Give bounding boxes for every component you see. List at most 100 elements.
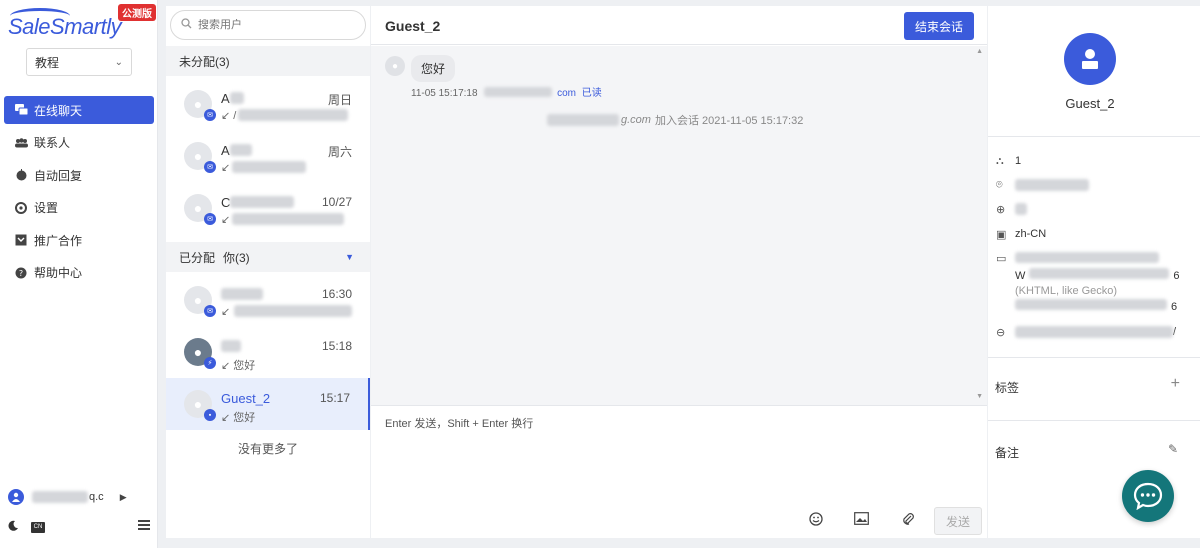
sidebar-item-promotion[interactable]: 推广合作: [4, 226, 154, 254]
chevron-down-icon: ⌄: [114, 56, 123, 68]
svg-text:?: ?: [19, 269, 23, 278]
user-agent-line: (KHTML, like Gecko): [1015, 284, 1185, 299]
visitor-name: Guest_2: [1065, 96, 1115, 111]
sidebar-item-label: 在线聊天: [34, 103, 83, 118]
scroll-down-icon[interactable]: ▼: [976, 393, 983, 400]
conversation-item[interactable]: ● ▪ Guest_2 15:17 ↙ 您好: [166, 378, 370, 430]
message-meta: 11-05 15:17:18 com 已读: [411, 84, 602, 99]
divider: [988, 420, 1200, 421]
sidebar-item-settings[interactable]: 设置: [4, 194, 154, 222]
conversation-preview: ↙: [221, 306, 231, 318]
visits-icon: ⛬: [996, 155, 1004, 167]
conversation-name: A: [221, 91, 230, 106]
user-agent-line: W6: [1015, 268, 1185, 284]
workspace-select[interactable]: 教程 ⌄: [26, 48, 132, 76]
conversation-time: 15:18: [321, 339, 352, 353]
email-channel-icon: ✉: [204, 305, 216, 317]
conversation-time: 16:30: [321, 287, 352, 301]
location-pin-icon: ⌾: [996, 179, 1003, 191]
conversation-preview: ↙ 您好: [221, 412, 256, 424]
sidebar-nav: 在线聊天 联系人 自动回复 设置 推广合作 ? 帮助中心: [4, 96, 154, 291]
section-unassigned[interactable]: 未分配(3): [166, 46, 370, 76]
attachment-icon[interactable]: [901, 512, 915, 529]
assigned-filter: 你(3): [223, 250, 250, 265]
redacted-name: [221, 340, 241, 352]
visitor-avatar: [1064, 33, 1116, 85]
search-icon: [181, 18, 192, 32]
visits-row: ⛬ 1: [996, 155, 1021, 168]
support-chat-button[interactable]: [1122, 470, 1174, 522]
section-assigned-label: 已分配: [179, 250, 216, 265]
redacted-preview: [234, 305, 352, 317]
emoji-icon[interactable]: [809, 512, 823, 529]
collapse-menu-icon[interactable]: [138, 520, 150, 532]
conversation-item[interactable]: ● ✉ A 周日 ↙ /: [166, 78, 370, 130]
conversation-item[interactable]: ● ✉ A 周六 ↙: [166, 130, 370, 182]
ua-text: W: [1015, 270, 1026, 282]
conversation-time: 15:17: [319, 391, 350, 405]
workspace-select-value: 教程: [35, 55, 60, 70]
conversation-time: 周六: [327, 145, 352, 159]
redacted-preview: [232, 161, 306, 173]
composer: 发送: [371, 407, 987, 538]
conversation-item[interactable]: ● ⚡ 15:18 ↙ 您好: [166, 326, 370, 378]
scroll-up-icon[interactable]: ▲: [976, 48, 983, 55]
redacted-preview: [238, 109, 348, 121]
redacted-url: [1015, 326, 1173, 338]
message-area[interactable]: ● 您好 11-05 15:17:18 com 已读 g.com 加入会话 20…: [371, 46, 987, 406]
redacted-ua: [1015, 299, 1167, 310]
person-icon: ●: [193, 96, 203, 112]
sidebar-item-label: 设置: [34, 201, 59, 215]
monitor-icon: ▭: [996, 253, 1007, 265]
caret-right-icon[interactable]: ▶: [120, 492, 127, 503]
divider: [988, 136, 1200, 137]
person-icon: [1082, 49, 1098, 69]
caret-down-icon[interactable]: ▼: [345, 252, 354, 262]
email-channel-icon: ✉: [204, 161, 216, 173]
ua-text: 6: [1173, 270, 1180, 282]
redacted-name: [221, 288, 263, 300]
add-tag-icon[interactable]: +: [1171, 375, 1180, 393]
person-icon: ●: [193, 292, 203, 308]
language-value: zh-CN: [1015, 228, 1047, 240]
message-input[interactable]: [385, 415, 975, 495]
link-icon: ⊖: [996, 327, 1006, 339]
conversation-item[interactable]: ● ✉ 16:30 ↙: [166, 274, 370, 326]
moon-icon[interactable]: [8, 520, 19, 534]
sidebar-item-help-center[interactable]: ? 帮助中心: [4, 259, 154, 287]
user-agent-line: [1015, 252, 1185, 268]
search-input[interactable]: [198, 19, 348, 31]
logo-text: SaleSmartly: [8, 14, 122, 39]
sidebar-item-label: 联系人: [34, 136, 71, 150]
send-button[interactable]: 发送: [934, 507, 982, 535]
current-user[interactable]: q.c ▶: [8, 487, 148, 507]
conversation-preview: ↙: [221, 214, 231, 226]
sidebar-item-auto-reply[interactable]: 自动回复: [4, 161, 154, 189]
search-box[interactable]: [170, 10, 366, 40]
url-tail: /: [1173, 326, 1177, 338]
language-row: ▣ zh-CN: [996, 228, 1046, 241]
logo[interactable]: SaleSmartly 公测版: [8, 4, 156, 44]
sidebar-item-contacts[interactable]: 联系人: [4, 129, 154, 157]
conversation-time: 10/27: [321, 195, 352, 209]
beta-badge: 公测版: [118, 4, 156, 21]
ua-text: (KHTML, like Gecko): [1015, 285, 1118, 297]
conversation-item[interactable]: ● ✉ C 10/27 ↙: [166, 182, 370, 234]
person-icon: ●: [193, 200, 203, 216]
redacted-preview: [232, 213, 344, 225]
end-session-button[interactable]: 结束会话: [904, 12, 974, 40]
sidebar-item-live-chat[interactable]: 在线聊天: [4, 96, 154, 124]
redacted-email: [484, 87, 553, 97]
sidebar-item-label: 推广合作: [34, 233, 83, 248]
user-avatar: [8, 489, 24, 505]
section-assigned[interactable]: 已分配 你(3) ▼: [166, 242, 370, 272]
image-icon[interactable]: [854, 512, 869, 528]
location-row: ⌾: [996, 179, 1089, 192]
language-icon[interactable]: CN: [31, 521, 45, 533]
user-email-redacted: [32, 491, 88, 503]
ip-row: ⊕: [996, 203, 1027, 216]
sidebar-item-label: 帮助中心: [34, 266, 83, 280]
conversation-name: A: [221, 143, 230, 158]
no-more-label: 没有更多了: [237, 442, 298, 456]
edit-note-icon[interactable]: ✎: [1168, 442, 1178, 456]
